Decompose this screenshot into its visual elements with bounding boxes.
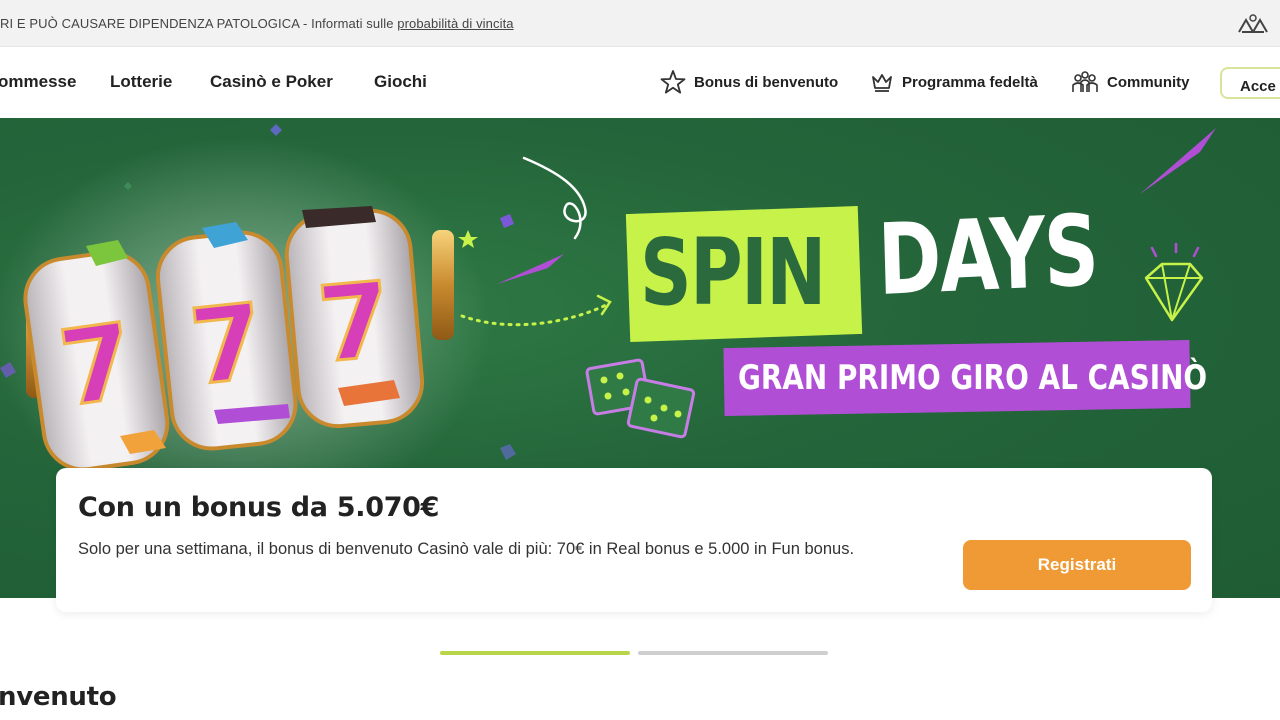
section-title: nvenuto	[0, 682, 117, 712]
carousel-indicator-1[interactable]	[440, 651, 630, 655]
club-decoration	[270, 124, 282, 136]
nav-item-giochi[interactable]: Giochi	[374, 72, 427, 92]
adm-logo-icon	[1238, 14, 1268, 33]
community-icon	[1072, 71, 1098, 92]
carousel-indicator-2[interactable]	[638, 651, 828, 655]
community-label: Community	[1107, 73, 1190, 91]
purple-slash-decoration	[497, 254, 564, 284]
bonus-benvenuto-label: Bonus di benvenuto	[694, 73, 839, 91]
confetti-decoration	[500, 444, 516, 460]
crown-icon	[872, 74, 892, 92]
reel-seven-2: 7	[185, 280, 270, 409]
nav-item-scommesse[interactable]: ommesse	[0, 72, 76, 92]
login-button[interactable]: Acce	[1220, 67, 1280, 99]
nav-programma-fedelta[interactable]: Programma fedeltà	[870, 69, 1038, 95]
warning-message: RI E PUÒ CAUSARE DIPENDENZA PATOLOGICA -…	[0, 16, 398, 31]
squiggle-decoration	[522, 156, 587, 240]
nav-community[interactable]: Community	[1071, 69, 1190, 95]
nav-item-lotterie[interactable]: Lotterie	[110, 72, 172, 92]
bonus-description: Solo per una settimana, il bonus di benv…	[78, 540, 855, 558]
dice-icon	[585, 358, 696, 439]
odds-link[interactable]: probabilità di vincita	[397, 16, 513, 31]
nav-item-casino-poker[interactable]: Casinò e Poker	[210, 72, 333, 92]
register-button[interactable]: Registrati	[963, 540, 1191, 590]
warning-text: RI E PUÒ CAUSARE DIPENDENZA PATOLOGICA -…	[0, 16, 514, 31]
gambling-warning-bar: RI E PUÒ CAUSARE DIPENDENZA PATOLOGICA -…	[0, 0, 1280, 47]
purple-slash-decoration	[1140, 128, 1216, 194]
bonus-title: Con un bonus da 5.070€	[78, 492, 440, 523]
bonus-card: Con un bonus da 5.070€ Solo per una sett…	[56, 468, 1212, 612]
programma-fedelta-label: Programma fedeltà	[902, 73, 1038, 91]
nav-bonus-benvenuto[interactable]: Bonus di benvenuto	[660, 69, 838, 95]
confetti-decoration	[500, 214, 514, 228]
diamond-icon	[1144, 242, 1204, 322]
reel-seven-3: 7	[313, 258, 396, 386]
star-icon	[660, 70, 686, 94]
main-navigation: ommesse Lotterie Casinò e Poker Giochi B…	[0, 47, 1280, 117]
